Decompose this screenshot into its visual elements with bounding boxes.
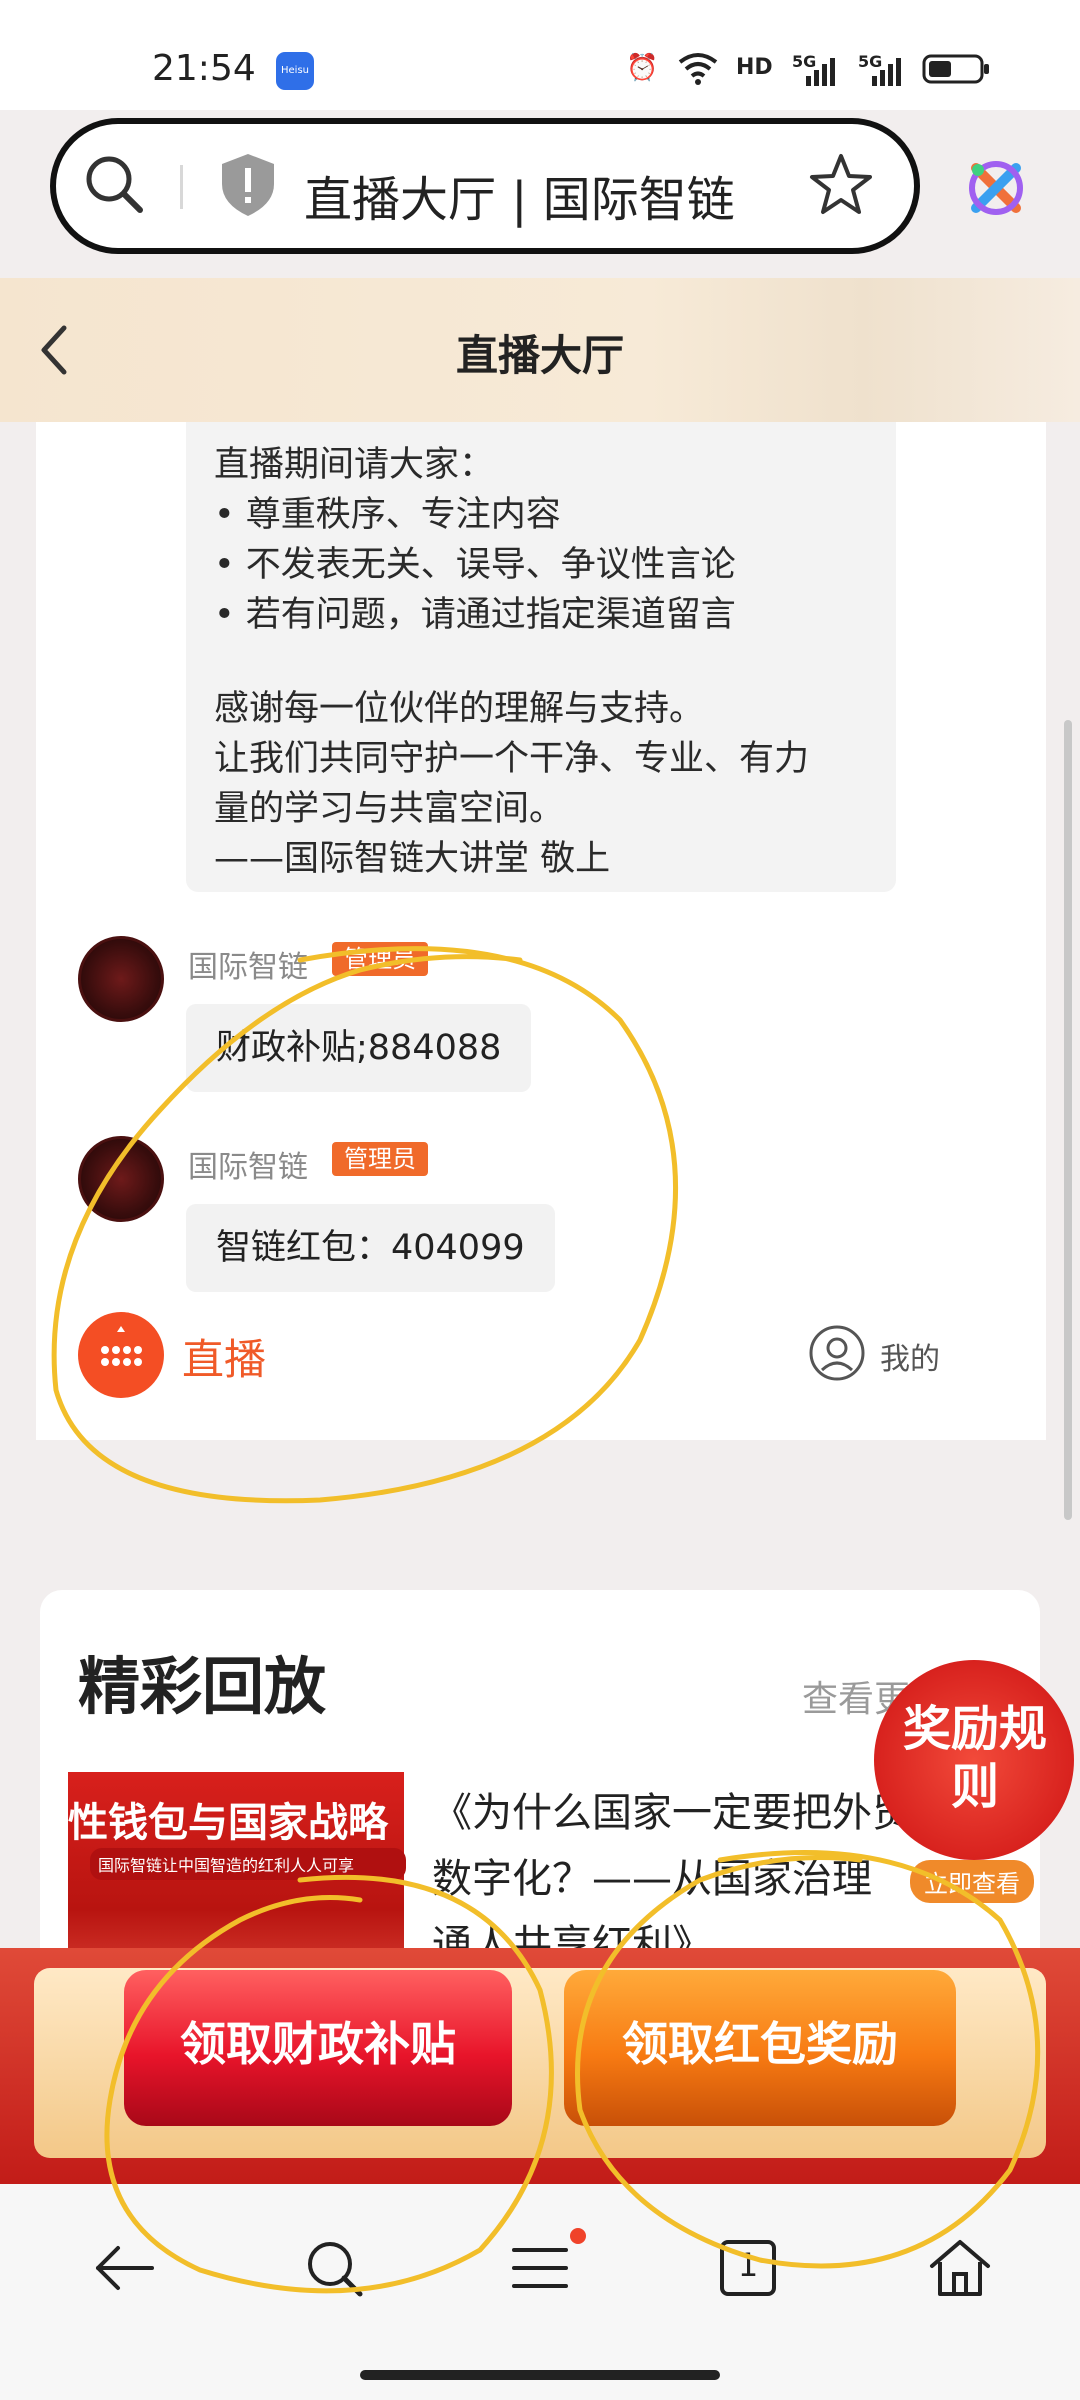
tab-count: 1	[737, 2246, 759, 2284]
keyboard-toggle-button[interactable]	[78, 1312, 164, 1398]
message-bubble[interactable]: 财政补贴;884088	[186, 1004, 532, 1092]
mine-label[interactable]: 我的	[880, 1334, 940, 1378]
notice-line: 让我们共同守护一个干净、专业、有力	[214, 739, 810, 779]
notification-dot	[570, 2228, 586, 2244]
notice-line: • 若有问题，请通过指定渠道留言	[214, 595, 736, 635]
menu-icon[interactable]	[504, 2232, 576, 2304]
reward-view-now-label[interactable]: 立即查看	[910, 1860, 1034, 1903]
page-url-title[interactable]: 直播大厅 | 国际智链	[304, 160, 735, 230]
replay-video-title[interactable]: 《为什么国家一定要把外贸	[432, 1780, 912, 1838]
heisu-app-icon: Heisu	[276, 52, 314, 90]
notice-line: 量的学习与共富空间。	[214, 789, 565, 829]
home-icon[interactable]	[924, 2232, 996, 2304]
replay-video-title[interactable]: 数字化？——从国家治理	[432, 1846, 872, 1904]
shield-icon[interactable]	[218, 152, 278, 218]
wifi-icon	[676, 48, 720, 88]
message-sender: 国际智链	[188, 950, 308, 985]
replay-section-title: 精彩回放	[78, 1650, 327, 1723]
scrollbar[interactable]	[1064, 720, 1072, 1520]
admin-badge: 管理员	[332, 942, 428, 976]
thumbnail-caption: 性钱包与国家战略	[68, 1800, 388, 1846]
user-profile-icon[interactable]	[808, 1324, 866, 1382]
tabs-icon[interactable]: 1	[712, 2232, 784, 2304]
back-arrow-icon[interactable]	[88, 2232, 160, 2304]
page-title: 直播大厅	[455, 331, 624, 380]
status-time: 21:54	[152, 48, 256, 89]
notice-line: 感谢每一位伙伴的理解与支持。	[214, 689, 705, 729]
admin-badge: 管理员	[332, 1142, 428, 1176]
hd-icon: HD	[736, 55, 773, 80]
live-label[interactable]: 直播	[182, 1326, 266, 1387]
message-bubble[interactable]: 智链红包：404099	[186, 1204, 555, 1292]
message-sender: 国际智链	[188, 1150, 308, 1185]
battery-icon	[922, 54, 989, 84]
avatar[interactable]	[78, 1136, 164, 1222]
home-indicator[interactable]	[360, 2370, 720, 2380]
notice-line: • 不发表无关、误导、争议性言论	[214, 545, 736, 585]
alarm-icon: ⏰	[626, 53, 659, 83]
avatar[interactable]	[78, 936, 164, 1022]
bookmark-star-icon[interactable]	[806, 150, 876, 220]
notice-line: ——国际智链大讲堂 敬上	[214, 839, 611, 879]
notice-line: • 尊重秩序、专注内容	[214, 495, 561, 535]
claim-redpacket-button[interactable]: 领取红包奖励	[564, 1970, 956, 2126]
browser-app-logo-icon[interactable]	[964, 156, 1028, 220]
search-icon[interactable]	[298, 2232, 370, 2304]
notice-line: 直播期间请大家：	[214, 445, 495, 485]
address-divider	[180, 165, 183, 209]
thumbnail-subcaption: 国际智链让中国智造的红利人人可享	[90, 1848, 406, 1880]
search-icon[interactable]	[82, 152, 146, 216]
claim-subsidy-button[interactable]: 领取财政补贴	[124, 1970, 512, 2126]
reward-rules-label[interactable]: 奖励规则	[900, 1700, 1050, 1816]
